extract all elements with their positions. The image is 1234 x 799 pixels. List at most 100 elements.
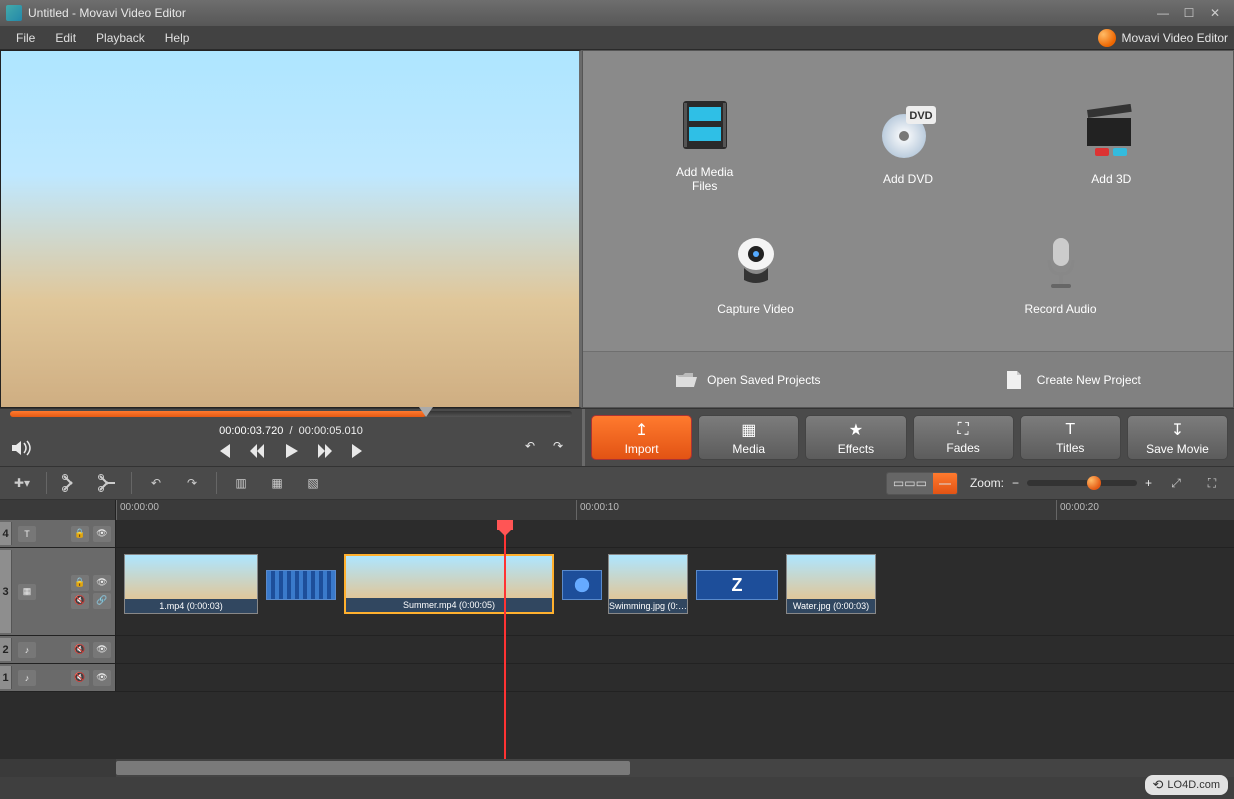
track-3-header[interactable]: 3 ▦ 🔒👁 🔇🔗 [0,548,116,635]
track-2-header[interactable]: 2 ♪ 🔇 👁 [0,636,116,663]
track-1-header[interactable]: 1 ♪ 🔇 👁 [0,664,116,691]
step-back-button[interactable] [247,441,267,461]
tab-media[interactable]: ▦Media [698,415,799,460]
track-4-visibility-button[interactable]: 👁 [93,526,111,542]
split-button[interactable] [59,471,83,495]
main-tabs: ↥Import ▦Media ★Effects ⛶Fades TTitles ↧… [585,409,1234,466]
timeline-clip[interactable]: Swimming.jpg (0:… [608,554,688,614]
zoom-knob[interactable] [1087,476,1101,490]
track-3: 3 ▦ 🔒👁 🔇🔗 1.mp4 (0:00:03) Summer.mp4 (0:0… [0,548,1234,636]
track-1-visibility-button[interactable]: 👁 [93,670,111,686]
timeline-view-button[interactable]: ⎯⎯ [933,473,957,494]
menu-edit[interactable]: Edit [45,28,86,48]
tab-import[interactable]: ↥Import [591,415,692,460]
track-2-visibility-button[interactable]: 👁 [93,642,111,658]
add-3d-button[interactable]: Add 3D [1021,78,1201,208]
timeline-clip[interactable]: 1.mp4 (0:00:03) [124,554,258,614]
horizontal-scrollbar[interactable] [116,759,1234,777]
close-button[interactable]: ✕ [1202,4,1228,22]
ruler-tick: 00:00:00 [116,500,159,520]
timeline-toolbar: ✚▾ ↶ ↷ ▥ ▦ ▧ ▭▭▭ ⎯⎯ Zoom: − + ⤢ ⛶ [0,466,1234,500]
transport-panel: 00:00:03.720 / 00:00:05.010 ↶ ↷ [0,409,585,466]
tab-fades[interactable]: ⛶Fades [913,415,1014,460]
track-3-visibility-button[interactable]: 👁 [93,575,111,591]
undo-button[interactable]: ↶ [520,436,540,456]
undo-tl-button[interactable]: ↶ [144,471,168,495]
go-end-button[interactable] [349,441,369,461]
go-start-button[interactable] [213,441,233,461]
track-3-body[interactable]: 1.mp4 (0:00:03) Summer.mp4 (0:00:05) Swimm… [116,548,1234,635]
seek-knob[interactable] [419,407,433,421]
track-2-mute-button[interactable]: 🔇 [71,642,89,658]
timeline-transition[interactable] [562,570,602,600]
video-preview[interactable] [0,50,582,408]
record-audio-label: Record Audio [1024,302,1096,316]
track-1-mute-button[interactable]: 🔇 [71,670,89,686]
capture-video-button[interactable]: Capture Video [666,208,846,338]
track-4-body[interactable] [116,520,1234,547]
brand-label: Movavi Video Editor [1098,29,1229,47]
add-media-files-label: Add Media Files [676,165,733,194]
record-audio-button[interactable]: Record Audio [971,208,1151,338]
watermark: ⟲LO4D.com [1145,775,1228,795]
play-button[interactable] [281,441,301,461]
track-2-number: 2 [0,638,12,661]
track-3-link-button[interactable]: 🔗 [93,593,111,609]
redo-button[interactable]: ↷ [548,436,568,456]
timeline-transition[interactable]: Z [696,570,778,600]
timeline-clip[interactable]: Summer.mp4 (0:00:05) [344,554,554,614]
playhead-knob[interactable] [497,520,513,530]
clip-label: Summer.mp4 (0:00:05) [346,598,552,612]
track-3-number: 3 [0,550,12,633]
timeline-view-toggle: ▭▭▭ ⎯⎯ [886,472,958,495]
timeline-transition[interactable] [266,570,336,600]
track-4-lock-button[interactable]: 🔒 [71,526,89,542]
track-1-body[interactable] [116,664,1234,691]
track-4-header[interactable]: 4 T 🔒 👁 [0,520,116,547]
menu-help[interactable]: Help [155,28,200,48]
open-saved-projects-button[interactable]: Open Saved Projects [675,370,820,390]
menu-playback[interactable]: Playback [86,28,155,48]
redo-tl-button[interactable]: ↷ [180,471,204,495]
maximize-button[interactable]: ☐ [1176,4,1202,22]
timeline-clip[interactable]: Water.jpg (0:00:03) [786,554,876,614]
add-dvd-button[interactable]: DVD Add DVD [818,78,998,208]
seek-track[interactable] [10,411,572,417]
fit-zoom-button[interactable]: ⤢ [1164,471,1188,495]
track-3-lock-button[interactable]: 🔒 [71,575,89,591]
webcam-icon [724,230,788,294]
minimize-button[interactable]: — [1150,4,1176,22]
effects-icon: ★ [849,420,863,440]
properties-button[interactable]: ▦ [265,471,289,495]
step-forward-button[interactable] [315,441,335,461]
tab-save-movie[interactable]: ↧Save Movie [1127,415,1228,460]
menu-file[interactable]: File [6,28,45,48]
clip-label: Water.jpg (0:00:03) [787,599,875,613]
effects-tl-button[interactable]: ▧ [301,471,325,495]
playhead[interactable] [504,520,506,759]
crop-button[interactable]: ▥ [229,471,253,495]
add-media-files-button[interactable]: Add Media Files [615,78,795,208]
titles-icon: T [1065,421,1075,439]
tab-effects[interactable]: ★Effects [805,415,906,460]
add-track-button[interactable]: ✚▾ [10,471,34,495]
create-new-project-button[interactable]: Create New Project [1005,370,1141,390]
clip-thumbnail [125,555,257,599]
zoom-slider[interactable] [1027,480,1137,486]
scrollbar-thumb[interactable] [116,761,630,775]
tab-titles[interactable]: TTitles [1020,415,1121,460]
cut-button[interactable] [95,471,119,495]
track-4-number: 4 [0,522,12,545]
storyboard-view-button[interactable]: ▭▭▭ [887,473,933,494]
track-2-body[interactable] [116,636,1234,663]
zoom-in-button[interactable]: + [1145,476,1152,490]
volume-button[interactable] [12,440,34,456]
zoom-out-button[interactable]: − [1012,476,1019,490]
add-3d-label: Add 3D [1091,172,1131,186]
fullscreen-button[interactable]: ⛶ [1200,471,1224,495]
track-3-mute-button[interactable]: 🔇 [71,593,89,609]
new-document-icon [1005,370,1027,390]
fades-icon: ⛶ [958,421,969,439]
timeline-ruler[interactable]: 00:00:0000:00:1000:00:20 [0,500,1234,520]
track-4: 4 T 🔒 👁 [0,520,1234,548]
